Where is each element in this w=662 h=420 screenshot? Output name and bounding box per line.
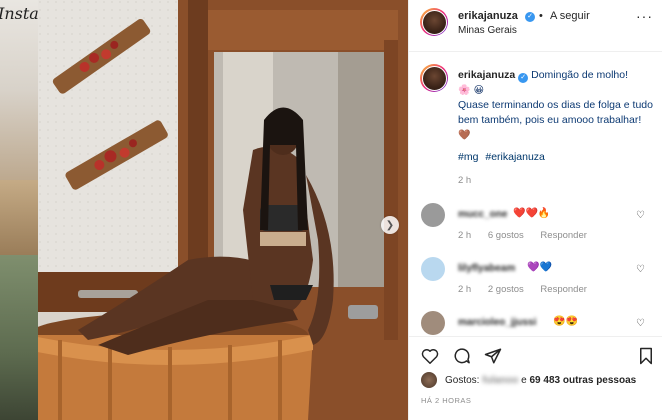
instagram-logo-fragment: Insta [0, 4, 38, 23]
comment-time: 2 h [458, 230, 472, 241]
next-photo-button[interactable]: ❯ [381, 216, 399, 234]
comment-username[interactable]: marcioleo_jjussi [458, 317, 536, 328]
verified-badge-icon: ✓ [525, 12, 535, 22]
comment-icon[interactable] [451, 345, 473, 367]
background-thumbnail [0, 0, 38, 180]
comment-avatar[interactable] [421, 257, 445, 281]
comment-username[interactable]: lilyflyabeam [458, 263, 515, 274]
background-feed-strip: Insta [0, 0, 38, 420]
post-photo-illustration [38, 0, 408, 420]
comment-text: 😍😍 [553, 316, 578, 327]
comment-text: 💜💙 [527, 262, 552, 273]
comment-likes[interactable]: 2 gostos [488, 284, 524, 295]
chevron-right-icon: ❯ [385, 219, 395, 231]
likes-text: Gostos: fulanoo e 69 483 outras pessoas [445, 375, 636, 386]
post-photo[interactable] [38, 0, 408, 420]
comment-item: lilyflyabeam 💜💙 2 h 2 gostos Responder ♡ [409, 257, 662, 307]
post-header: erikajanuza ✓ • A seguir Minas Gerais ··… [409, 0, 662, 52]
separator-dot: • [539, 10, 543, 22]
hashtag-link[interactable]: #mg [458, 151, 478, 163]
instagram-post-view: Insta ❯ erikajanuza ✓ • A seguir Minas G… [0, 0, 662, 420]
liker-avatar [421, 372, 437, 388]
comment-avatar[interactable] [421, 203, 445, 227]
likes-summary[interactable]: Gostos: fulanoo e 69 483 outras pessoas [421, 372, 661, 390]
reply-button[interactable]: Responder [540, 230, 586, 241]
background-thumbnail [0, 255, 38, 420]
comment-username[interactable]: mucc_one [458, 209, 507, 220]
comment-likes[interactable]: 6 gostos [488, 230, 524, 241]
comment-meta: 2 h 2 gostos Responder [458, 284, 601, 295]
verified-badge-icon: ✓ [518, 73, 529, 83]
likes-prefix: Gostos: [445, 375, 480, 386]
comment-like-heart-icon[interactable]: ♡ [636, 318, 645, 329]
caption-emoji: 🌸 😀 [458, 85, 485, 96]
share-icon[interactable] [482, 345, 504, 367]
brown-heart-emoji: 🤎 [458, 130, 471, 141]
comment-avatar[interactable] [421, 311, 445, 335]
caption-timestamp: 2 h [458, 175, 472, 186]
more-options-icon[interactable]: ··· [636, 8, 653, 24]
post-age: HÁ 2 HORAS [421, 396, 472, 405]
hashtag-link[interactable]: #erikajanuza [485, 151, 545, 163]
reply-button[interactable]: Responder [540, 284, 586, 295]
author-avatar[interactable] [420, 8, 448, 36]
comment-like-heart-icon[interactable]: ♡ [636, 264, 645, 275]
background-thumbnail [0, 180, 38, 255]
post-caption: erikajanuza ✓ Domingão de molho! 🌸 😀 Quas… [458, 68, 654, 143]
comment-time: 2 h [458, 284, 472, 295]
author-username[interactable]: erikajanuza [458, 10, 518, 22]
heart-icon[interactable] [419, 345, 441, 367]
caption-first-line: Domingão de molho! [531, 69, 629, 81]
comment-item: mucc_one ❤️❤️🔥 2 h 6 gostos Responder ♡ [409, 203, 662, 253]
likes-connector: e [521, 375, 527, 386]
caption-username[interactable]: erikajanuza [458, 69, 515, 81]
following-button[interactable]: A seguir [550, 10, 590, 22]
post-action-bar [409, 336, 662, 372]
post-details-panel: erikajanuza ✓ • A seguir Minas Gerais ··… [408, 0, 662, 420]
likes-count[interactable]: 69 483 outras pessoas [529, 375, 636, 386]
comment-like-heart-icon[interactable]: ♡ [636, 210, 645, 221]
post-location[interactable]: Minas Gerais [458, 25, 517, 36]
bookmark-icon[interactable] [635, 345, 657, 367]
comment-meta: 2 h 6 gostos Responder [458, 230, 601, 241]
caption-hashtags: #mg #erikajanuza [458, 151, 549, 163]
comment-text: ❤️❤️🔥 [513, 208, 551, 219]
liker-name[interactable]: fulanoo [482, 375, 518, 386]
caption-author-avatar[interactable] [420, 64, 448, 92]
caption-body: Quase terminando os dias de folga e tudo… [458, 99, 653, 126]
